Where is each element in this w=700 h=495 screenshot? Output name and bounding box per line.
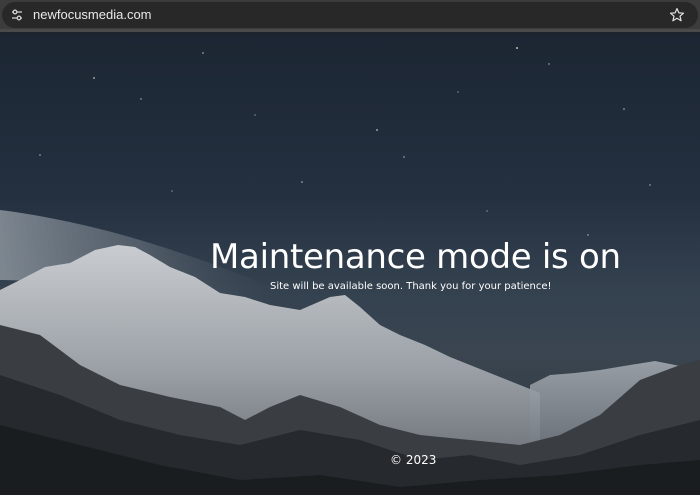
star-outline-icon[interactable] <box>669 7 685 23</box>
maintenance-heading: Maintenance mode is on <box>210 237 621 277</box>
address-bar[interactable]: newfocusmedia.com <box>2 2 698 28</box>
tune-icon[interactable] <box>10 8 24 22</box>
browser-toolbar: newfocusmedia.com <box>0 0 700 32</box>
url-text[interactable]: newfocusmedia.com <box>33 7 152 23</box>
copyright-text: © 2023 <box>390 453 437 467</box>
maintenance-message: Site will be available soon. Thank you f… <box>270 281 552 292</box>
maintenance-hero: Maintenance mode is on Site will be avai… <box>0 35 700 495</box>
